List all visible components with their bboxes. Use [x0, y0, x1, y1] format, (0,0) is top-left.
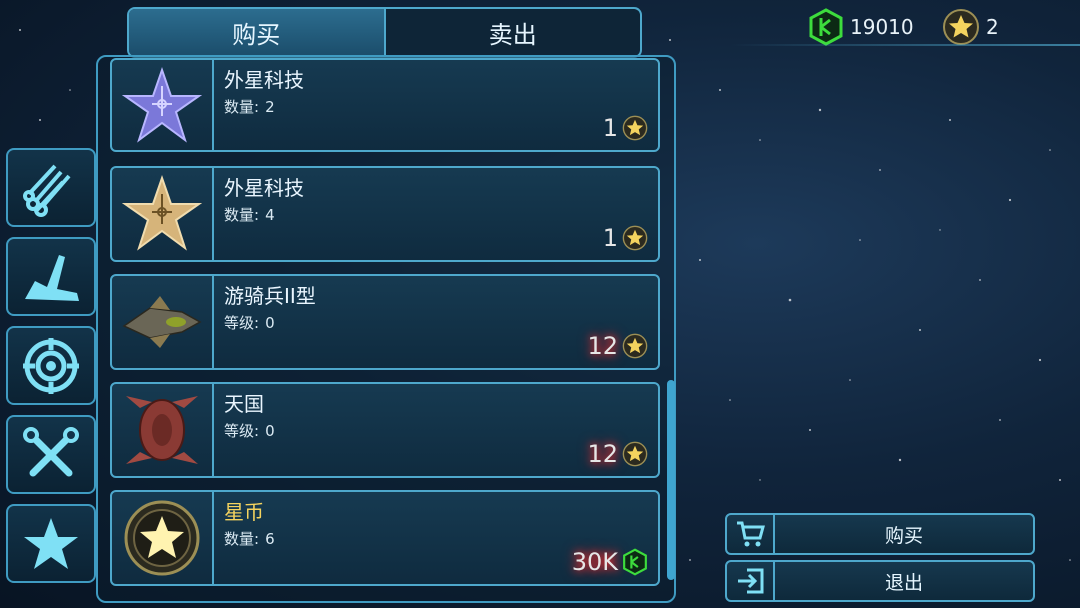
list-item[interactable]: 星币 数量: 6 30K — [110, 490, 660, 588]
item-price: 1 — [603, 114, 648, 142]
item-quantity: 数量: 6 — [224, 530, 275, 548]
item-level: 等级: 0 — [224, 314, 275, 332]
category-hulls-button[interactable] — [6, 237, 96, 316]
item-thumbnail — [112, 276, 214, 368]
item-thumbnail — [112, 60, 214, 152]
star-count: 2 — [986, 15, 999, 39]
star-coin-icon — [124, 500, 200, 576]
alien-tech-purple-icon — [122, 66, 202, 143]
item-price: 12 — [548, 332, 658, 372]
item-price: 12 — [548, 440, 658, 480]
list-item[interactable]: 外星科技 数量: 4 1 — [110, 166, 660, 262]
item-name: 天国 — [224, 392, 264, 416]
gem-balance: 19010 — [808, 8, 914, 46]
gold-star-coin-icon — [622, 441, 648, 467]
alien-tech-gold-icon — [122, 174, 202, 251]
category-special-button[interactable] — [6, 504, 96, 583]
item-price: 30K — [547, 548, 659, 588]
buy-button-label: 购买 — [884, 524, 923, 547]
list-item[interactable]: 天国 等级: 0 12 — [110, 382, 660, 480]
buy-button[interactable]: 购买 — [725, 513, 1035, 555]
heaven-ship-icon — [126, 396, 198, 464]
ranger-ship-icon — [122, 296, 202, 348]
list-item[interactable]: 游骑兵II型 等级: 0 12 — [110, 274, 660, 372]
item-name: 游骑兵II型 — [224, 284, 316, 308]
exit-button[interactable]: 退出 — [725, 560, 1035, 602]
category-sidebar — [6, 148, 96, 593]
exit-button-label: 退出 — [884, 571, 923, 594]
item-price: 1 — [603, 224, 648, 252]
item-thumbnail — [112, 168, 214, 260]
tools-icon — [23, 426, 79, 476]
cart-icon — [727, 515, 775, 553]
category-equipment-button[interactable] — [6, 415, 96, 494]
gold-star-coin-icon — [943, 9, 979, 45]
item-name: 外星科技 — [224, 68, 304, 92]
currency-divider — [730, 44, 1080, 46]
item-name: 星币 — [224, 500, 264, 524]
green-hex-gem-icon — [623, 548, 647, 576]
item-thumbnail — [112, 384, 214, 476]
list-item[interactable]: 外星科技 数量: 2 1 — [110, 58, 660, 152]
green-hex-gem-icon — [809, 8, 843, 46]
gold-star-coin-icon — [622, 225, 648, 251]
hull-icon — [25, 254, 79, 301]
category-materials-button[interactable] — [6, 148, 96, 227]
item-name: 外星科技 — [224, 176, 304, 200]
item-list-scrollbar[interactable] — [667, 380, 675, 580]
exit-icon — [727, 562, 775, 600]
gold-star-coin-icon — [622, 115, 648, 141]
star-balance: 2 — [942, 8, 999, 46]
gold-star-coin-icon — [622, 333, 648, 359]
shop-tabs: 购买 卖出 — [127, 7, 642, 58]
target-icon — [23, 337, 79, 394]
star-icon — [24, 517, 78, 569]
tab-buy[interactable]: 购买 — [129, 9, 384, 56]
item-thumbnail — [112, 492, 214, 584]
item-quantity: 数量: 4 — [224, 206, 275, 224]
currency-bar: 19010 2 — [730, 4, 1080, 46]
gem-count: 19010 — [850, 15, 914, 39]
category-weapons-button[interactable] — [6, 326, 96, 405]
tab-sell[interactable]: 卖出 — [383, 9, 641, 56]
item-quantity: 数量: 2 — [224, 98, 275, 116]
item-level: 等级: 0 — [224, 422, 275, 440]
pipes-icon — [23, 164, 71, 217]
